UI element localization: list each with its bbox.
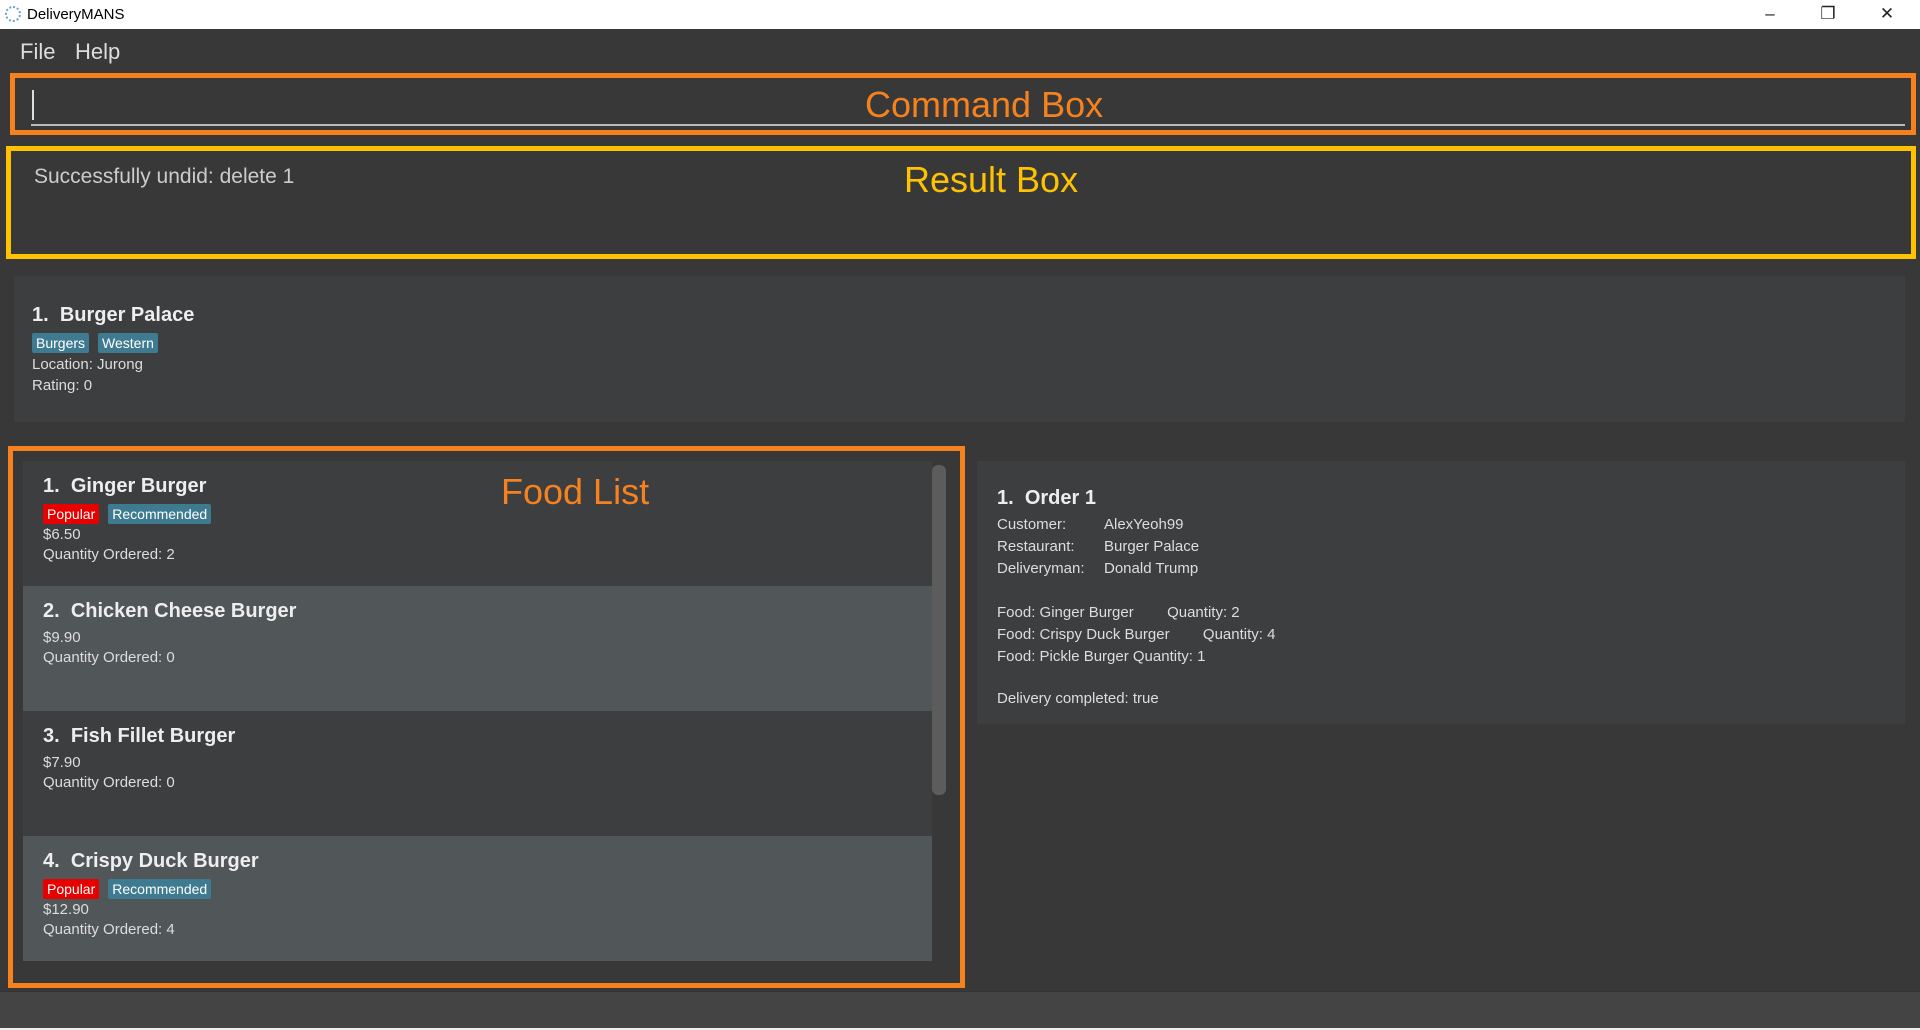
scrollbar[interactable] [932,465,946,795]
food-name: 4. Crispy Duck Burger [43,850,259,872]
food-name: 1. Ginger Burger [43,475,207,497]
tag: Recommended [108,504,212,524]
order-title: 1. Order 1 [997,487,1096,509]
order-food: Food: Ginger Burger Quantity: 2 [997,604,1240,621]
tag: Western [98,333,158,353]
menu-bar: File Help [0,29,1920,72]
food-price: $7.90 [43,754,81,771]
food-quantity: Quantity Ordered: 0 [43,649,175,666]
minimize-button[interactable]: – [1747,2,1793,28]
food-list[interactable]: 1. Ginger Burger Popular Recommended $6.50 Q… [8,446,965,988]
order-food: Food: Crispy Duck Burger Quantity: 4 [997,626,1276,643]
maximize-button[interactable]: ❐ [1805,2,1851,28]
food-price: $6.50 [43,526,81,543]
food-item[interactable]: 3. Fish Fillet Burger $7.90 Quantity Order… [23,711,932,836]
tag: Burgers [32,333,90,353]
tag: Recommended [108,879,212,899]
restaurant-rating: Rating: 0 [32,377,93,394]
food-quantity: Quantity Ordered: 2 [43,546,175,563]
food-price: $12.90 [43,901,89,918]
food-quantity: Quantity Ordered: 4 [43,921,175,938]
menu-file[interactable]: File [20,39,55,65]
tag: Popular [43,504,100,524]
status-bar [0,991,1920,1029]
result-box-label: Result Box [904,159,1079,200]
text-caret [32,90,34,120]
app-logo-icon [5,6,21,22]
result-box: Successfully undid: delete 1 Result Box [6,146,1916,259]
menu-help[interactable]: Help [75,39,120,65]
restaurant-name: 1. Burger Palace [32,304,195,326]
food-name: 2. Chicken Cheese Burger [43,600,297,622]
command-box[interactable]: Command Box [10,73,1916,135]
restaurant-card[interactable]: 1. Burger Palace Burgers Western Location… [14,276,1905,422]
order-food: Food: Pickle Burger Quantity: 1 [997,648,1206,665]
food-item[interactable]: 1. Ginger Burger Popular Recommended $6.50 Q… [23,461,932,586]
command-box-label: Command Box [865,84,1104,125]
order-customer: Customer: AlexYeoh99 [997,516,1184,533]
tag: Popular [43,879,100,899]
food-item[interactable]: 2. Chicken Cheese Burger $9.90 Quantity Or… [23,586,932,711]
title-bar: DeliveryMANS – ❐ ✕ [0,0,1920,29]
order-card[interactable]: 1. Order 1 Customer: AlexYeoh99 Restauran… [977,461,1905,724]
result-message: Successfully undid: delete 1 [34,165,295,188]
food-name: 3. Fish Fillet Burger [43,725,236,747]
food-list-label: Food List [501,471,650,512]
food-price: $9.90 [43,629,81,646]
food-item[interactable]: 4. Crispy Duck Burger Popular Recommended $… [23,836,932,961]
order-completed: Delivery completed: true [997,690,1159,707]
order-deliveryman: Deliveryman: Donald Trump [997,560,1199,577]
close-button[interactable]: ✕ [1864,2,1910,28]
order-restaurant: Restaurant: Burger Palace [997,538,1200,555]
restaurant-location: Location: Jurong [32,356,143,373]
food-quantity: Quantity Ordered: 0 [43,774,175,791]
window-title: DeliveryMANS [27,6,125,23]
